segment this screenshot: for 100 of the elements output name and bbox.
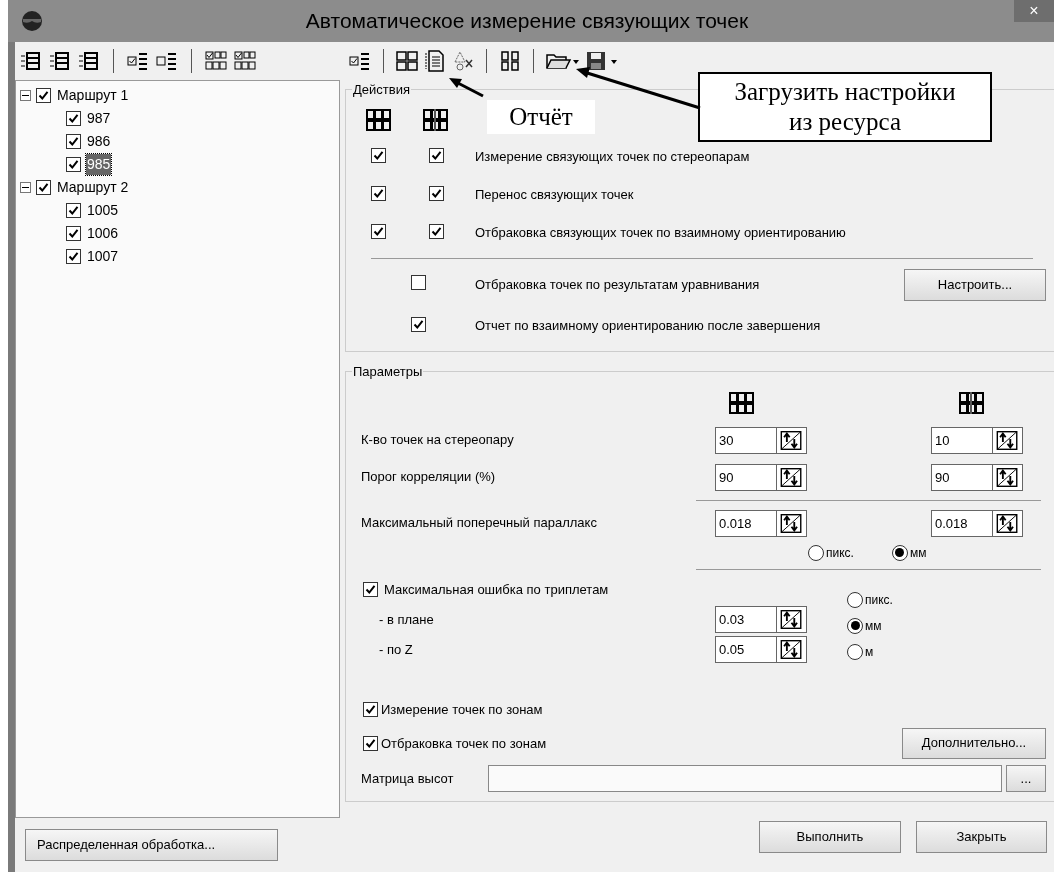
image-grid-icon[interactable] [396, 50, 418, 72]
label: Максимальная ошибка по триплетам [384, 580, 609, 599]
grid-icon [729, 391, 755, 414]
browse-button[interactable]: ... [1006, 765, 1046, 792]
checkbox[interactable] [363, 702, 378, 717]
collapse-icon[interactable] [20, 182, 31, 193]
checkbox[interactable] [36, 180, 51, 195]
window-title: Автоматическое измерение связующих точек [304, 8, 750, 35]
spin-button[interactable] [777, 463, 807, 491]
callout-text: Отчёт [509, 102, 573, 132]
triangle-cross-icon[interactable] [452, 50, 474, 72]
label: Отбраковка точек по зонам [381, 734, 547, 753]
radio-button[interactable] [847, 591, 863, 608]
checkbox[interactable] [371, 223, 386, 239]
checkbox[interactable] [363, 736, 378, 751]
distributed-processing-button[interactable]: Распределенная обработка... [25, 829, 278, 861]
split-grid-icon [423, 108, 449, 131]
label: Отбраковка связующих точек по взаимному ориентированию [475, 223, 846, 242]
grid-icon[interactable] [499, 50, 521, 72]
callout-text: из ресурса [789, 107, 901, 137]
spin-button[interactable] [777, 426, 807, 454]
number-field[interactable]: 0.03 [715, 606, 777, 633]
checkbox[interactable] [66, 111, 81, 126]
radio-button[interactable] [808, 544, 824, 561]
label: К-во точек на стереопару [361, 432, 514, 448]
save-icon[interactable] [586, 50, 620, 72]
group-title: Параметры [353, 364, 423, 379]
label: пикс. [865, 591, 893, 609]
document-icon[interactable] [424, 50, 446, 72]
tree-item[interactable]: 1005 [86, 200, 120, 221]
checkbox[interactable] [36, 88, 51, 103]
label: м [865, 643, 874, 661]
label: пикс. [826, 544, 854, 562]
list-icon[interactable] [20, 50, 42, 72]
number-field[interactable]: 10 [931, 426, 993, 454]
label: Измерение связующих точек по стереопарам [475, 147, 750, 166]
label: Перенос связующих точек [475, 185, 634, 204]
arrow [449, 78, 484, 98]
list-icon[interactable] [49, 50, 71, 72]
tree-item[interactable]: Маршрут 2 [56, 177, 130, 198]
number-field[interactable]: 30 [715, 426, 777, 454]
checkbox[interactable] [411, 317, 426, 333]
tree-item[interactable]: Маршрут 1 [56, 85, 130, 106]
label: Порог корреляции (%) [361, 469, 496, 485]
checked-list-icon[interactable] [127, 50, 149, 72]
radio-button[interactable] [847, 643, 863, 660]
spin-button[interactable] [993, 509, 1023, 537]
label: - в плане [379, 611, 434, 627]
checkbox[interactable] [411, 274, 426, 290]
checkbox[interactable] [371, 185, 386, 201]
checkbox[interactable] [429, 185, 444, 201]
tree-item[interactable]: 985 [86, 154, 112, 175]
callout-text: Загрузить настройки [734, 77, 956, 107]
split-grid-icon [959, 391, 985, 414]
checkbox[interactable] [66, 249, 81, 264]
tree-item[interactable]: 1006 [86, 223, 120, 244]
number-field[interactable]: 90 [931, 463, 993, 491]
run-button[interactable]: Выполнить [759, 821, 901, 853]
number-field[interactable]: 90 [715, 463, 777, 491]
label: Максимальный поперечный параллакс [361, 515, 597, 531]
spin-button[interactable] [777, 509, 807, 537]
close-dialog-button[interactable]: Закрыть [916, 821, 1047, 853]
checkbox[interactable] [429, 147, 444, 163]
checkbox[interactable] [66, 203, 81, 218]
checkbox[interactable] [429, 223, 444, 239]
checkbox[interactable] [363, 582, 378, 597]
height-matrix-field[interactable] [488, 765, 1002, 792]
label: Матрица высот [361, 770, 454, 786]
number-field[interactable]: 0.018 [931, 509, 993, 537]
spin-button[interactable] [777, 636, 807, 663]
list-icon[interactable] [78, 50, 100, 72]
tree-item[interactable]: 1007 [86, 246, 120, 267]
more-button[interactable]: Дополнительно... [902, 727, 1046, 759]
tree-item[interactable]: 986 [86, 131, 112, 152]
label: Отбраковка точек по результатам уравнивания [475, 276, 760, 295]
configure-button[interactable]: Настроить... [904, 269, 1046, 301]
unchecked-list-icon[interactable] [156, 50, 178, 72]
spin-button[interactable] [777, 606, 807, 633]
radio-button[interactable] [891, 544, 908, 561]
checked-list-icon[interactable] [349, 50, 371, 72]
radio-button[interactable] [847, 617, 863, 634]
number-field[interactable]: 0.05 [715, 636, 777, 663]
checked-grid-icon[interactable] [205, 50, 227, 72]
spin-button[interactable] [993, 463, 1023, 491]
label: Измерение точек по зонам [381, 700, 543, 719]
tree-item[interactable]: 987 [86, 108, 112, 129]
label: Отчет по взаимному ориентированию после завершения [475, 317, 821, 336]
spin-button[interactable] [993, 426, 1023, 454]
collapse-icon[interactable] [20, 90, 31, 101]
number-field[interactable]: 0.018 [715, 509, 777, 537]
checkbox[interactable] [371, 147, 386, 163]
close-button[interactable]: × [1014, 0, 1054, 22]
label: - по Z [379, 641, 413, 657]
checked-grid-icon[interactable] [234, 50, 256, 72]
group-title: Действия [353, 82, 410, 97]
checkbox[interactable] [66, 226, 81, 241]
checkbox[interactable] [66, 157, 81, 172]
checkbox[interactable] [66, 134, 81, 149]
app-icon [20, 10, 44, 32]
grid-icon [366, 108, 392, 131]
